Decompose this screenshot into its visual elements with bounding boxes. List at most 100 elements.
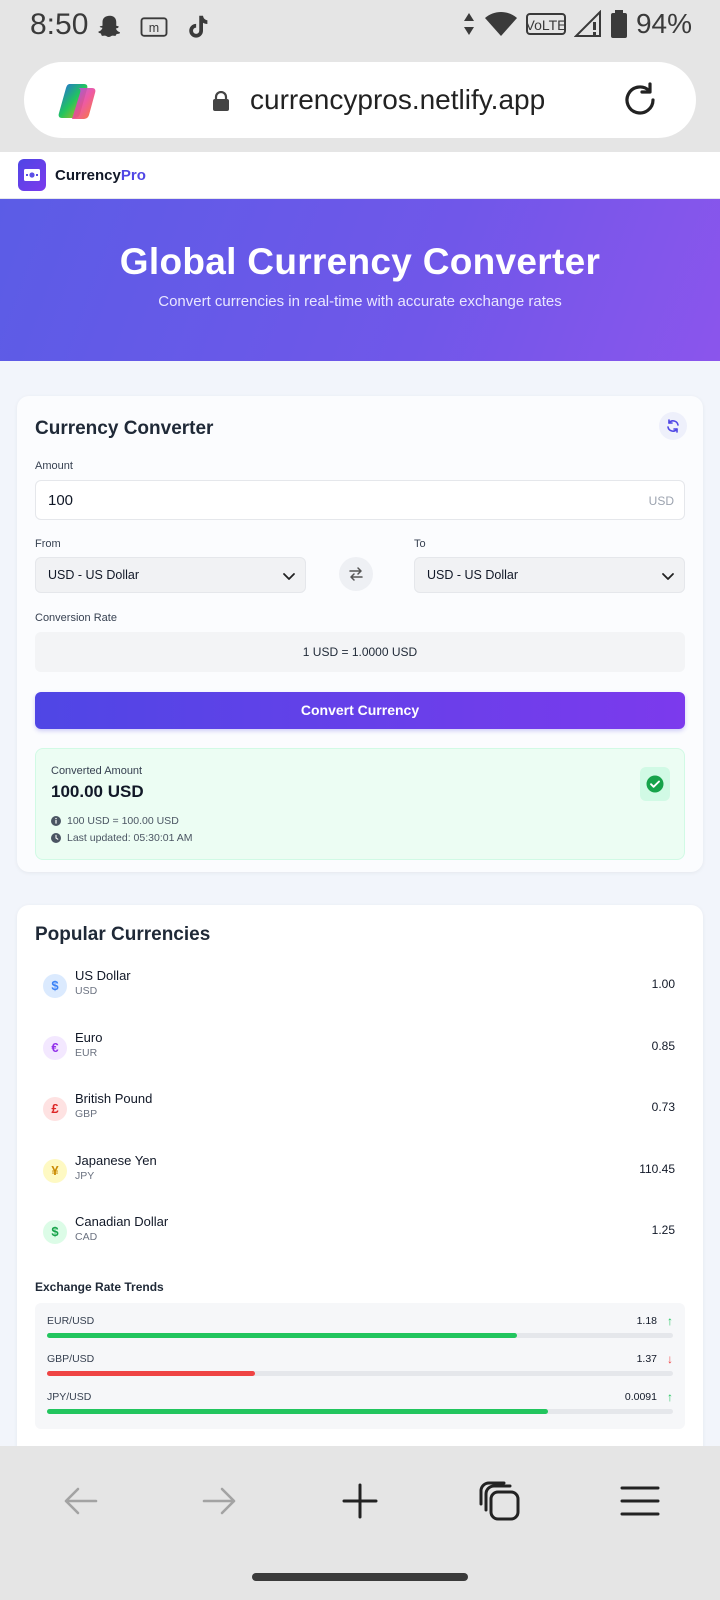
from-currency-select[interactable]: USD - US Dollar xyxy=(35,557,306,593)
browser-nav-bar xyxy=(0,1446,720,1600)
currency-symbol-icon: $ xyxy=(43,974,67,998)
copilot-logo-icon[interactable] xyxy=(56,78,102,124)
currency-code: USD xyxy=(75,985,98,997)
trend-bar-fill xyxy=(47,1409,548,1414)
currency-rate: 110.45 xyxy=(639,1162,675,1176)
trend-row-eur-usd: EUR/USD 1.18 ↑ xyxy=(47,1314,673,1345)
arrow-right-icon xyxy=(202,1487,236,1515)
amount-currency-suffix: USD xyxy=(648,494,674,508)
trend-row-gbp-usd: GBP/USD 1.37 ↓ xyxy=(47,1352,673,1383)
currency-row-jpy[interactable]: ¥ Japanese Yen JPY 110.45 xyxy=(35,1147,685,1197)
popular-currencies-card: Popular Currencies $ US Dollar USD 1.00 … xyxy=(17,905,703,1446)
volte-icon: VoLTE xyxy=(525,13,566,35)
forward-button[interactable] xyxy=(190,1476,250,1526)
address-bar[interactable]: currencypros.netlify.app xyxy=(24,62,696,138)
amount-input[interactable]: 100 USD xyxy=(35,480,685,520)
result-detail: 100 USD = 100.00 USD xyxy=(67,815,179,827)
currency-symbol-icon: ¥ xyxy=(43,1159,67,1183)
trends-title: Exchange Rate Trends xyxy=(35,1280,164,1294)
currency-name: Euro xyxy=(75,1030,103,1045)
currency-row-eur[interactable]: € Euro EUR 0.85 xyxy=(35,1024,685,1074)
clock-icon xyxy=(51,833,61,843)
currency-code: JPY xyxy=(75,1170,95,1182)
trend-bar-track xyxy=(47,1333,673,1338)
converter-title: Currency Converter xyxy=(35,418,214,439)
menu-button[interactable] xyxy=(610,1476,670,1526)
currency-row-cad[interactable]: $ Canadian Dollar CAD 1.25 xyxy=(35,1208,685,1258)
snapchat-icon xyxy=(98,15,120,37)
new-tab-button[interactable] xyxy=(330,1476,390,1526)
currency-rate: 0.85 xyxy=(651,1039,675,1053)
currency-code: CAD xyxy=(75,1231,98,1243)
wifi-icon xyxy=(484,12,517,36)
svg-text:m: m xyxy=(149,21,159,35)
notification-icons: m xyxy=(95,12,213,42)
data-arrows-icon xyxy=(463,13,474,35)
to-currency-value: USD - US Dollar xyxy=(427,568,518,582)
result-label: Converted Amount xyxy=(51,765,143,777)
swap-icon xyxy=(349,567,363,581)
refresh-button[interactable] xyxy=(659,412,687,440)
site-logo[interactable] xyxy=(18,159,46,191)
result-panel: Converted Amount 100.00 USD 100 USD = 10… xyxy=(35,748,685,860)
convert-currency-button[interactable]: Convert Currency xyxy=(35,692,685,729)
brand-main: Currency xyxy=(55,166,121,184)
currency-symbol-icon: £ xyxy=(43,1097,67,1121)
currency-code: EUR xyxy=(75,1047,98,1059)
chevron-down-icon xyxy=(283,573,295,580)
signal-icon xyxy=(573,10,601,37)
trend-bar-track xyxy=(47,1409,673,1414)
check-circle-icon xyxy=(646,775,664,793)
success-badge xyxy=(640,767,670,801)
tiktok-icon xyxy=(189,15,208,38)
currency-symbol-icon: $ xyxy=(43,1220,67,1244)
currency-name: US Dollar xyxy=(75,968,131,983)
currency-name: British Pound xyxy=(75,1091,153,1106)
from-label: From xyxy=(35,538,61,550)
converter-card: Currency Converter Amount 100 USD From U… xyxy=(17,396,703,872)
currency-name: Japanese Yen xyxy=(75,1153,157,1168)
trend-pair: EUR/USD xyxy=(47,1315,95,1327)
popular-title: Popular Currencies xyxy=(35,924,211,945)
hero-banner: Global Currency Converter Convert curren… xyxy=(0,199,720,361)
arrow-left-icon xyxy=(64,1487,98,1515)
battery-percent: 94% xyxy=(635,8,692,39)
m-app-icon: m xyxy=(140,17,168,37)
trend-pair: JPY/USD xyxy=(47,1391,92,1403)
amount-label: Amount xyxy=(35,460,73,472)
trend-value: 1.18 xyxy=(636,1315,657,1327)
home-gesture-bar[interactable] xyxy=(252,1573,468,1581)
trend-value: 0.0091 xyxy=(624,1391,657,1403)
browser-toolbar: currencypros.netlify.app xyxy=(0,56,720,152)
hero-subtitle: Convert currencies in real-time with acc… xyxy=(158,293,562,310)
brand-name[interactable]: CurrencyPro xyxy=(55,167,146,184)
currency-rate: 1.00 xyxy=(651,977,675,991)
info-icon xyxy=(51,816,61,826)
amount-value: 100 xyxy=(48,492,74,509)
currency-code: GBP xyxy=(75,1108,98,1120)
plus-icon xyxy=(342,1483,378,1519)
to-label: To xyxy=(414,538,426,550)
trend-bar-fill xyxy=(47,1333,517,1338)
swap-currencies-button[interactable] xyxy=(339,557,373,591)
currency-symbol-icon: € xyxy=(43,1036,67,1060)
conversion-rate-value: 1 USD = 1.0000 USD xyxy=(35,632,685,672)
arrow-down-icon: ↓ xyxy=(667,1352,673,1366)
currency-row-usd[interactable]: $ US Dollar USD 1.00 xyxy=(35,962,685,1012)
tabs-button[interactable] xyxy=(470,1476,530,1526)
url-text[interactable]: currencypros.netlify.app xyxy=(250,84,545,116)
last-updated: Last updated: 05:30:01 AM xyxy=(67,832,193,844)
status-time: 8:50 xyxy=(30,8,89,41)
money-icon xyxy=(24,169,40,181)
reload-icon[interactable] xyxy=(620,80,660,120)
brand-accent: Pro xyxy=(120,166,146,184)
currency-row-gbp[interactable]: £ British Pound GBP 0.73 xyxy=(35,1085,685,1135)
arrow-up-icon: ↑ xyxy=(667,1390,673,1404)
refresh-icon xyxy=(667,419,679,433)
to-currency-select[interactable]: USD - US Dollar xyxy=(414,557,685,593)
svg-text:VoLTE: VoLTE xyxy=(526,17,566,33)
back-button[interactable] xyxy=(50,1476,110,1526)
currency-rate: 1.25 xyxy=(651,1223,675,1237)
site-header: CurrencyPro xyxy=(0,152,720,199)
chevron-down-icon xyxy=(662,573,674,580)
